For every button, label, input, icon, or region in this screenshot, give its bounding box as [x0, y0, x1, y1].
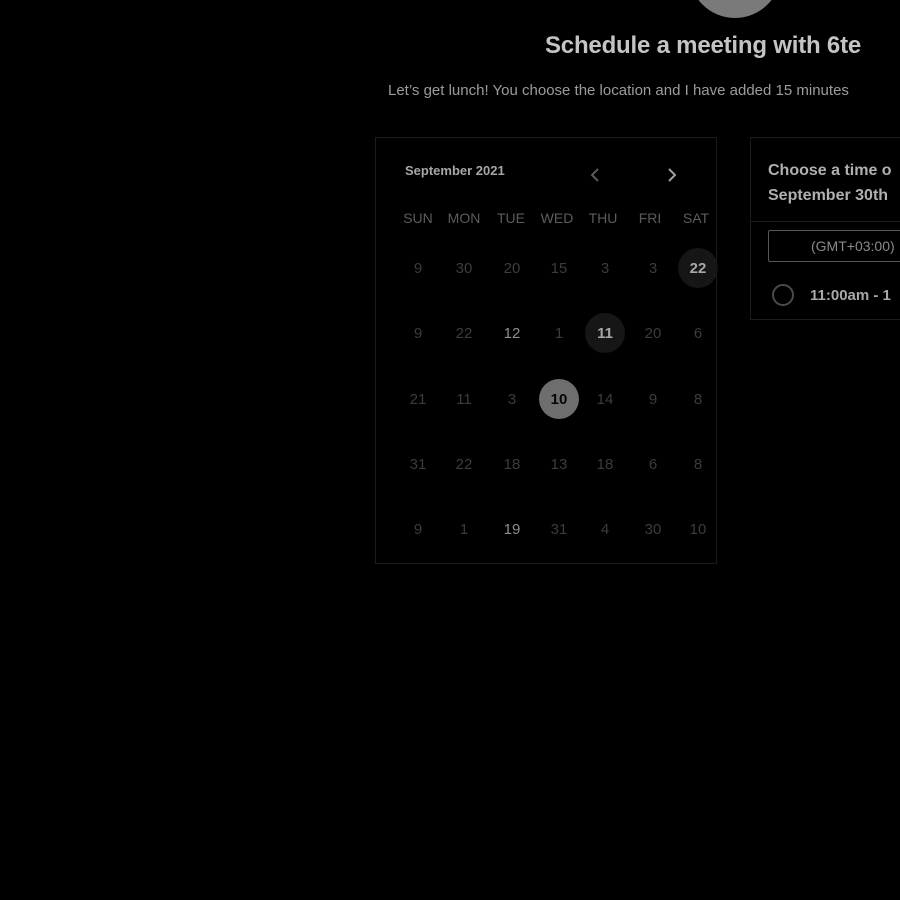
time-slot-option[interactable]: 11:00am - 1 [772, 282, 891, 308]
calendar-day[interactable]: 31 [539, 509, 579, 549]
calendar-day[interactable]: 18 [585, 444, 625, 484]
calendar-day[interactable]: 3 [633, 248, 673, 288]
calendar-day[interactable]: 14 [585, 379, 625, 419]
time-slot-panel: Choose a time o September 30th (GMT+03:0… [750, 137, 900, 320]
calendar-day[interactable]: 22 [444, 313, 484, 353]
calendar-day[interactable]: 20 [492, 248, 532, 288]
selected-day[interactable]: 10 [539, 379, 579, 419]
calendar-day[interactable]: 10 [678, 509, 718, 549]
calendar-card: September 2021 SUN MON TUE WED THU FRI S… [375, 137, 718, 565]
calendar-day[interactable]: 15 [539, 248, 579, 288]
calendar-day[interactable]: 30 [444, 248, 484, 288]
calendar-day[interactable]: 9 [633, 379, 673, 419]
scheduler-page: Schedule a meeting with 6te Let’s get lu… [0, 0, 900, 900]
calendar-day[interactable]: 3 [585, 248, 625, 288]
calendar-day[interactable]: 12 [492, 313, 532, 353]
calendar-day[interactable]: 6 [678, 313, 718, 353]
time-heading-line1: Choose a time o [768, 162, 892, 179]
calendar-day[interactable]: 3 [492, 379, 532, 419]
calendar-day[interactable]: 30 [633, 509, 673, 549]
time-panel-heading: Choose a time o September 30th [768, 158, 892, 208]
time-heading-line2: September 30th [768, 187, 889, 204]
calendar-day[interactable]: 6 [633, 444, 673, 484]
calendar-day[interactable]: 11 [585, 313, 625, 353]
timezone-select[interactable]: (GMT+03:00) [768, 230, 900, 262]
time-slot-label: 11:00am - 1 [810, 286, 891, 304]
calendar-day[interactable]: 22 [444, 444, 484, 484]
calendar-day[interactable]: 9 [398, 509, 438, 549]
calendar-day[interactable]: 9 [398, 248, 438, 288]
calendar-day[interactable]: 1 [444, 509, 484, 549]
calendar-day[interactable]: 4 [585, 509, 625, 549]
calendar-day[interactable]: 9 [398, 313, 438, 353]
calendar-day[interactable]: 1 [539, 313, 579, 353]
calendar-day[interactable]: 18 [492, 444, 532, 484]
calendar-day[interactable]: 8 [678, 444, 718, 484]
avatar [689, 0, 781, 18]
calendar-day[interactable]: 20 [633, 313, 673, 353]
day-grid: 9 30 20 15 3 3 22 9 22 12 1 11 20 6 21 11 3 10 14 9 8 31 22 18 1… [376, 138, 718, 565]
calendar-day[interactable]: 21 [398, 379, 438, 419]
divider [751, 221, 900, 222]
radio-button[interactable] [772, 284, 794, 306]
page-title: Schedule a meeting with 6te [545, 32, 862, 59]
page-subtitle: Let’s get lunch! You choose the location… [388, 82, 849, 99]
calendar-day[interactable]: 31 [398, 444, 438, 484]
calendar-day[interactable]: 19 [492, 509, 532, 549]
calendar-day[interactable]: 22 [678, 248, 718, 288]
calendar-day[interactable]: 13 [539, 444, 579, 484]
calendar-day[interactable]: 8 [678, 379, 718, 419]
calendar-day[interactable]: 11 [444, 379, 484, 419]
